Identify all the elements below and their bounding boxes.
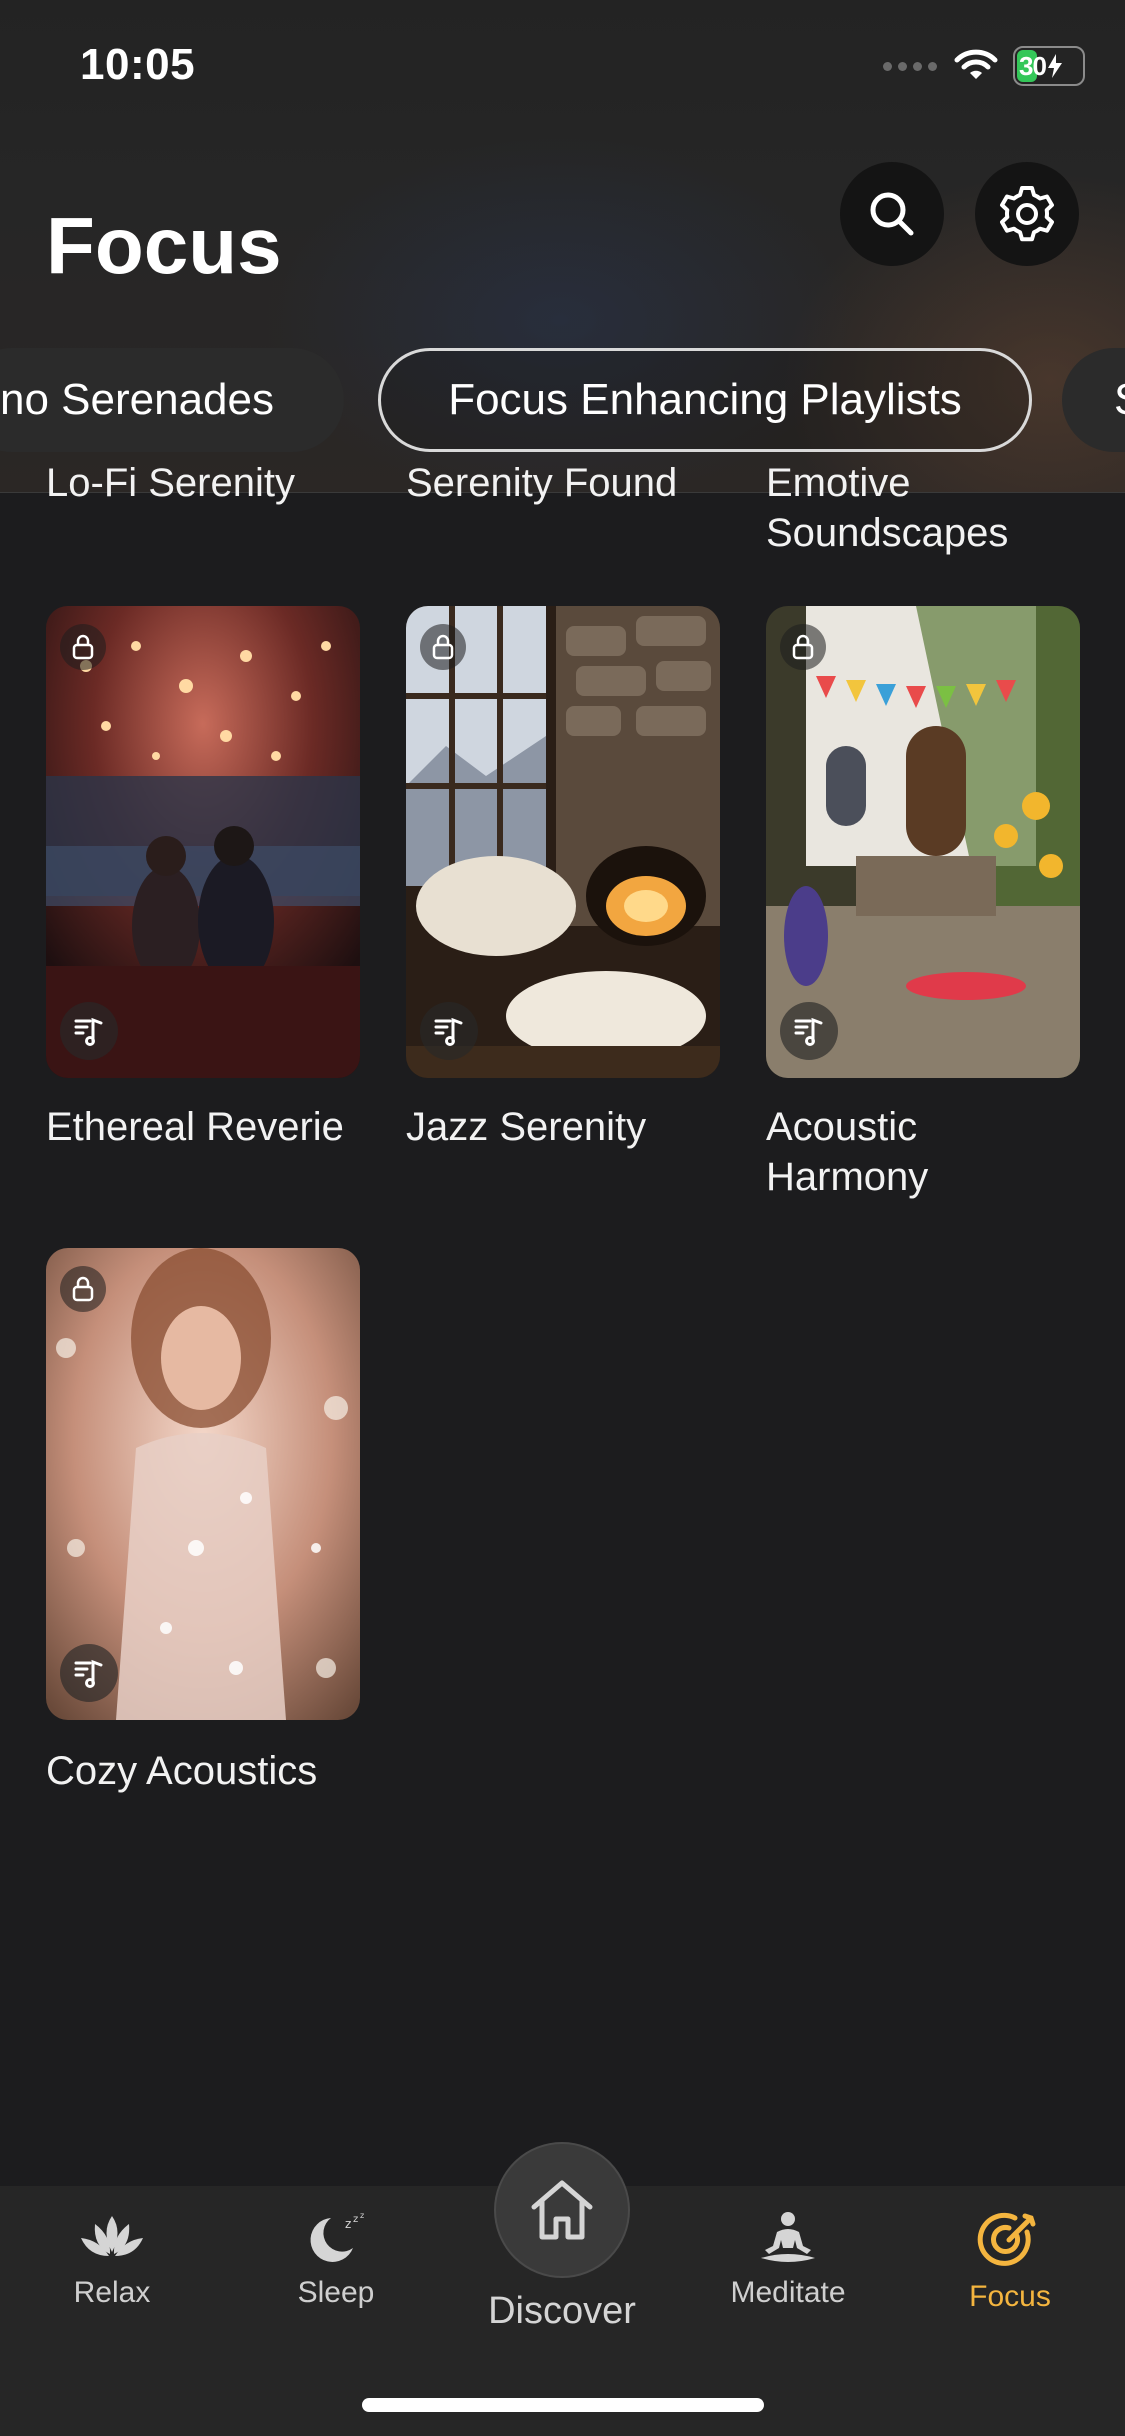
wifi-icon: [954, 49, 998, 79]
playlist-card[interactable]: [46, 606, 360, 1078]
tab-label: Meditate: [730, 2276, 846, 2309]
card-title[interactable]: Acoustic: [766, 1102, 1096, 1152]
playlist-icon: [74, 1659, 103, 1688]
home-indicator: [362, 2398, 764, 2412]
tab-discover[interactable]: [494, 2142, 630, 2278]
tab-label[interactable]: Discover: [462, 2290, 662, 2333]
lock-icon: [432, 634, 454, 660]
chip-focus-enhancing-playlists[interactable]: Focus Enhancing Playlists: [378, 348, 1032, 452]
settings-button[interactable]: [975, 162, 1079, 266]
card-title[interactable]: Jazz Serenity: [406, 1102, 736, 1152]
playlist-icon: [74, 1017, 103, 1046]
playlist-icon: [434, 1017, 463, 1046]
playlist-badge: [60, 1002, 118, 1060]
moon-icon: z z z: [310, 2211, 364, 2262]
lock-icon: [792, 634, 814, 660]
lock-icon: [72, 1276, 94, 1302]
chip-next[interactable]: S: [1062, 348, 1125, 452]
card-title[interactable]: Cozy Acoustics: [46, 1746, 376, 1796]
status-time: 10:05: [80, 40, 196, 89]
gear-icon: [1000, 186, 1054, 242]
chip-label: Focus Enhancing Playlists: [448, 375, 962, 424]
card-title-line2[interactable]: Harmony: [766, 1152, 1096, 1202]
playlist-card[interactable]: [46, 1248, 360, 1720]
card-title[interactable]: Ethereal Reverie: [46, 1102, 376, 1152]
lock-badge: [60, 624, 106, 670]
target-icon: [977, 2212, 1036, 2266]
playlist-card[interactable]: [406, 606, 720, 1078]
search-button[interactable]: [840, 162, 944, 266]
playlist-badge: [60, 1644, 118, 1702]
status-icons: 30: [883, 46, 1085, 86]
playlist-badge: [780, 1002, 838, 1060]
card-title[interactable]: Lo-Fi Serenity: [46, 462, 295, 508]
lock-badge: [60, 1266, 106, 1312]
chip-piano-serenades[interactable]: no Serenades: [0, 348, 344, 452]
page-title: Focus: [46, 201, 282, 290]
lock-badge: [780, 624, 826, 670]
card-title[interactable]: Emotive: [766, 462, 911, 508]
playlist-card[interactable]: [766, 606, 1080, 1078]
tab-focus[interactable]: Focus: [930, 2210, 1090, 2314]
tab-label: Focus: [969, 2280, 1051, 2313]
tab-meditate[interactable]: Meditate: [708, 2210, 868, 2310]
svg-text:z: z: [360, 2211, 364, 2220]
tab-label: Relax: [73, 2276, 151, 2309]
lotus-icon: [81, 2216, 143, 2256]
chip-label: S: [1114, 375, 1125, 425]
lock-badge: [420, 624, 466, 670]
lock-icon: [72, 634, 94, 660]
playlist-icon: [794, 1017, 823, 1046]
cellular-signal-icon: [883, 59, 939, 73]
home-icon: [531, 2180, 593, 2240]
meditation-icon: [761, 2212, 815, 2262]
tab-sleep[interactable]: z z z Sleep: [256, 2210, 416, 2310]
search-icon: [870, 192, 914, 236]
battery-level: 30: [1019, 50, 1047, 81]
battery-icon: 30: [1013, 46, 1085, 86]
playlist-badge: [420, 1002, 478, 1060]
tab-label: Sleep: [297, 2276, 375, 2309]
card-title[interactable]: Serenity Found: [406, 462, 677, 508]
chip-label: no Serenades: [0, 375, 274, 424]
svg-text:z: z: [345, 2217, 351, 2231]
tab-relax[interactable]: Relax: [32, 2210, 192, 2310]
card-title[interactable]: Soundscapes: [766, 508, 1008, 558]
previous-row-titles: Lo-Fi Serenity Serenity Found Emotive So…: [0, 462, 1125, 562]
category-chips: no Serenades Focus Enhancing Playlists S: [0, 348, 1125, 458]
svg-text:z: z: [353, 2214, 358, 2225]
